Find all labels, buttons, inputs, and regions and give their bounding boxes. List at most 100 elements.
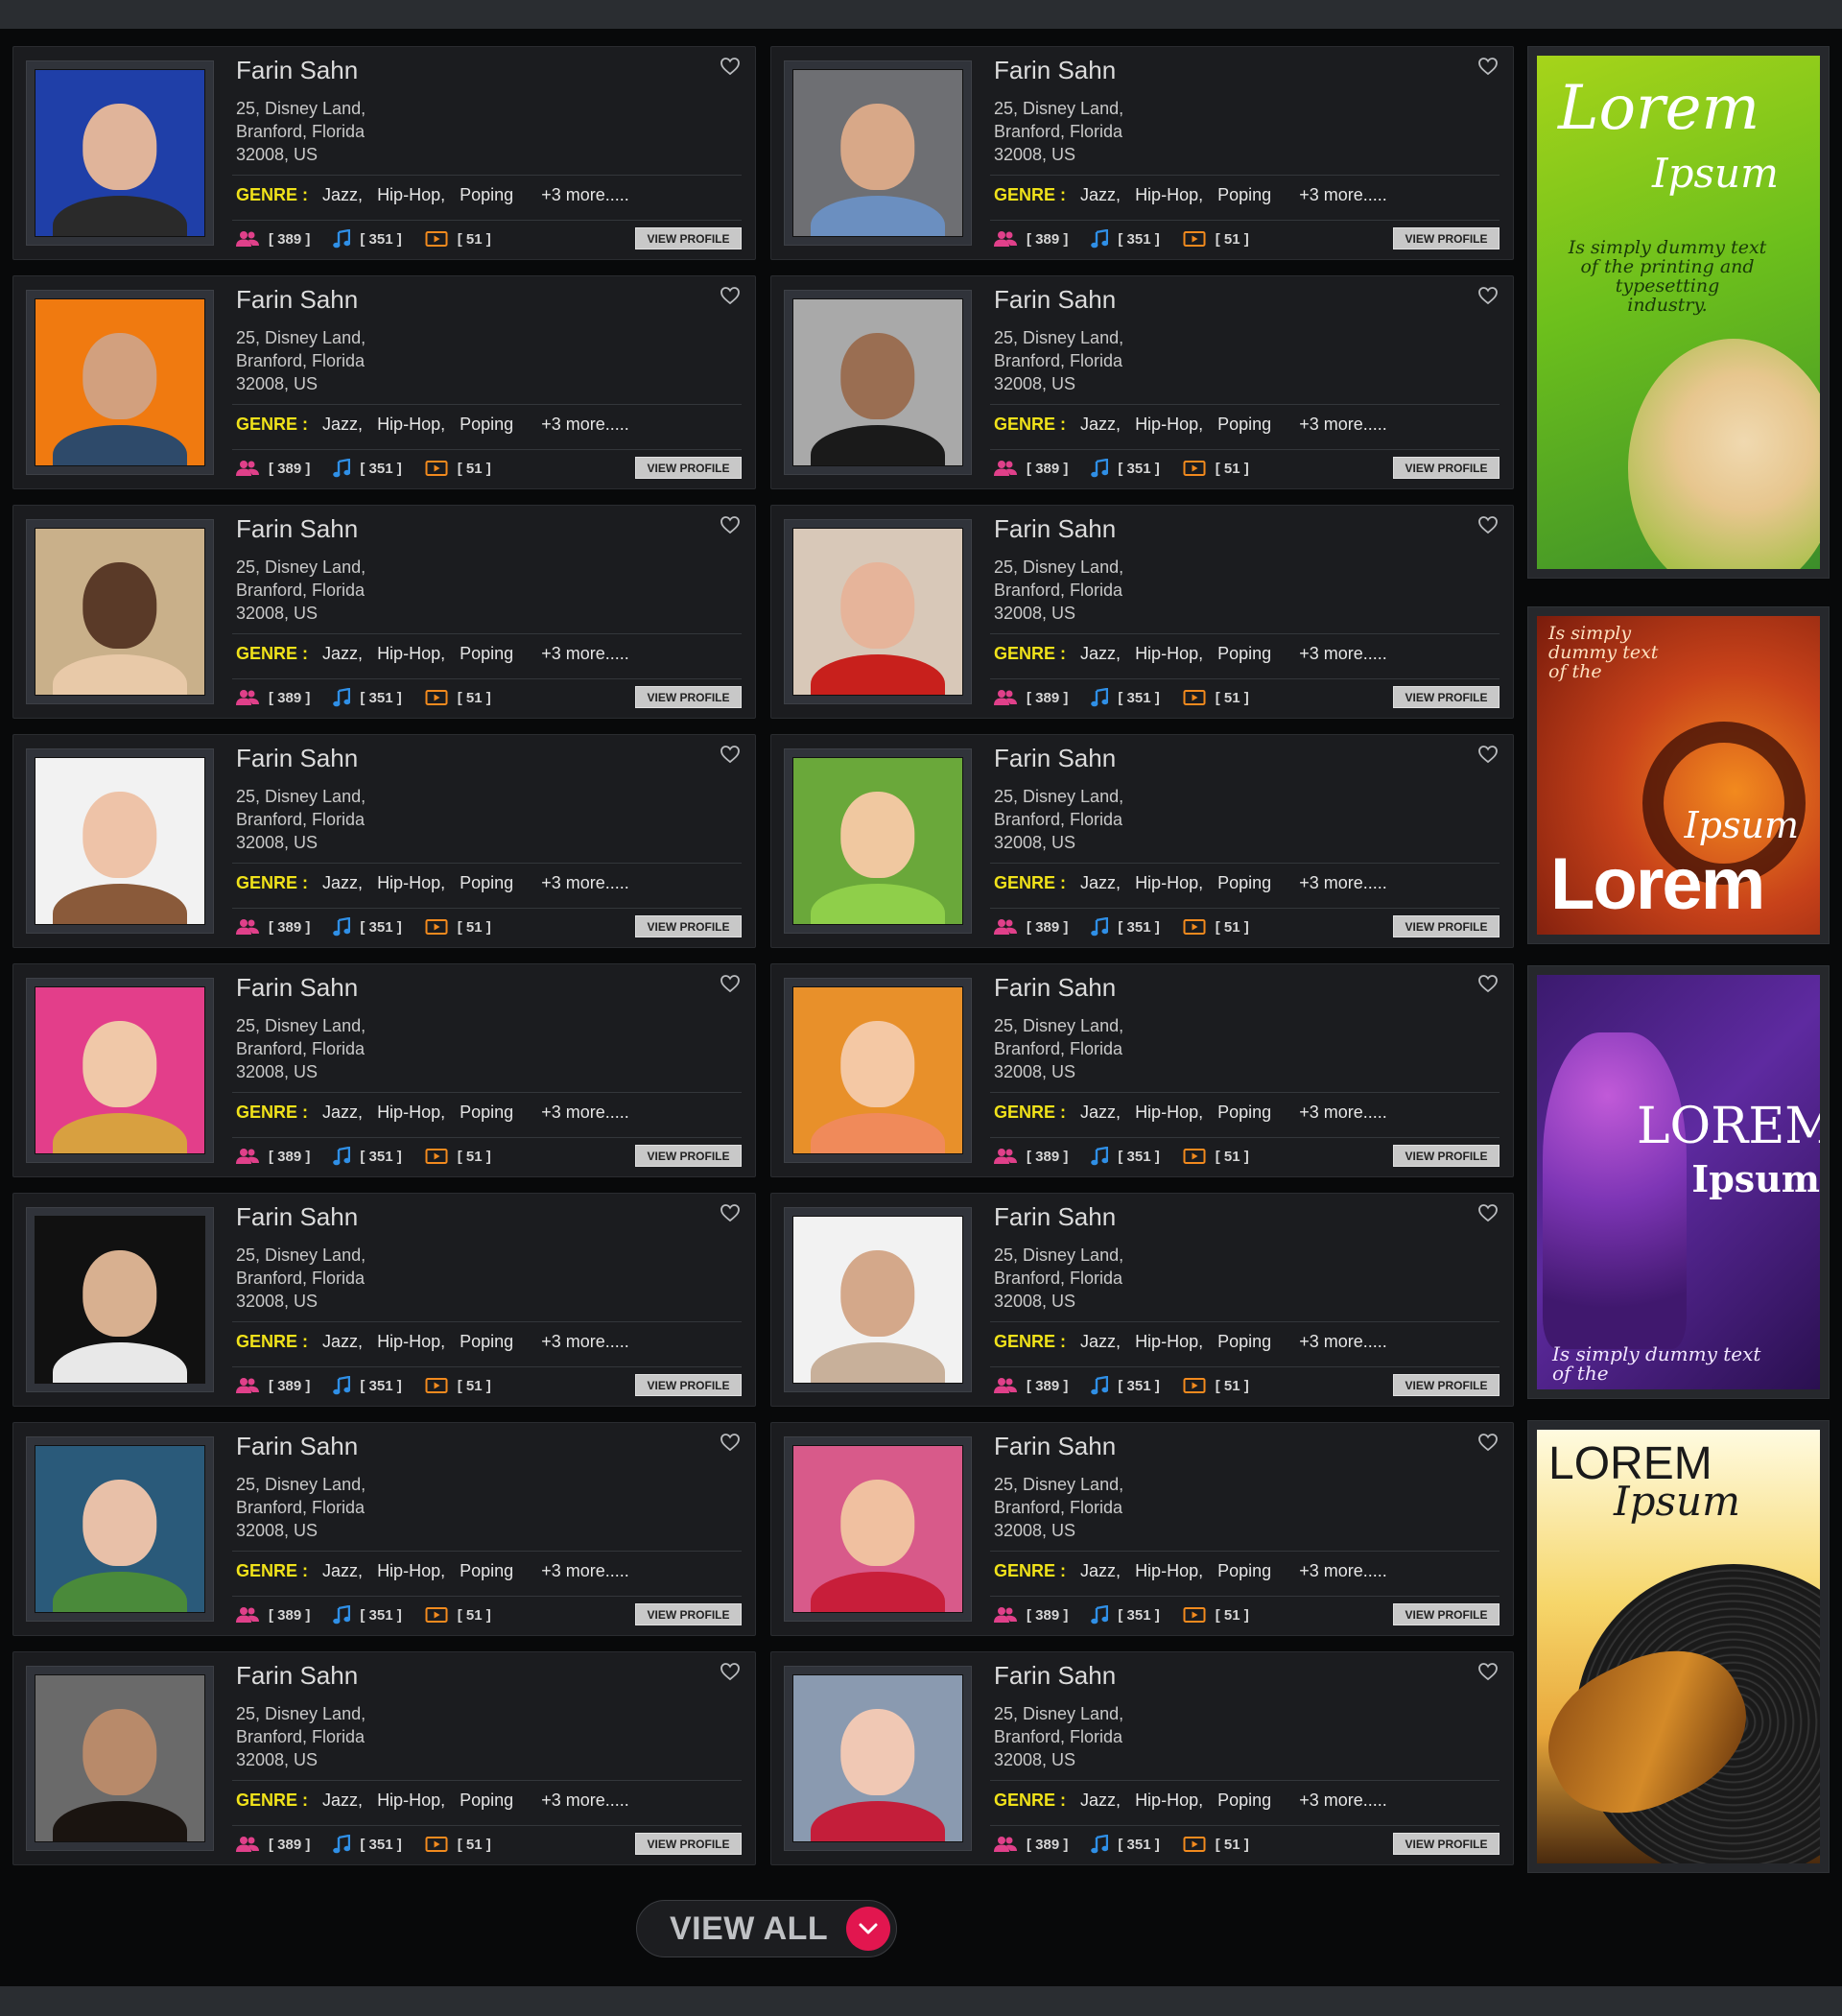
view-profile-button[interactable]: VIEW PROFILE: [1393, 227, 1500, 249]
genre-more-link[interactable]: +3 more.....: [1299, 185, 1387, 204]
genre-more-link[interactable]: +3 more.....: [541, 873, 629, 892]
view-profile-button[interactable]: VIEW PROFILE: [1393, 1603, 1500, 1625]
view-profile-button[interactable]: VIEW PROFILE: [1393, 457, 1500, 479]
ad-banner-3[interactable]: LOREM Ipsum Is simply dummy text of the: [1527, 965, 1830, 1399]
heart-icon[interactable]: [1476, 743, 1500, 766]
artist-name[interactable]: Farin Sahn: [994, 973, 1116, 1003]
genre-tag[interactable]: Jazz,: [1080, 415, 1121, 434]
artist-photo[interactable]: [26, 978, 214, 1163]
ad-banner-2[interactable]: Is simply dummy text of the Ipsum Lorem: [1527, 606, 1830, 944]
artist-photo[interactable]: [26, 60, 214, 246]
artist-name[interactable]: Farin Sahn: [994, 1202, 1116, 1232]
genre-tag[interactable]: Hip-Hop,: [1135, 185, 1203, 204]
genre-tag[interactable]: Jazz,: [322, 415, 363, 434]
genre-tag[interactable]: Jazz,: [322, 1561, 363, 1580]
genre-tag[interactable]: Hip-Hop,: [377, 185, 445, 204]
genre-tag[interactable]: Hip-Hop,: [377, 1332, 445, 1351]
genre-tag[interactable]: Jazz,: [322, 1791, 363, 1810]
genre-tag[interactable]: Poping: [460, 1561, 513, 1580]
artist-name[interactable]: Farin Sahn: [994, 514, 1116, 544]
heart-icon[interactable]: [719, 972, 742, 995]
heart-icon[interactable]: [1476, 284, 1500, 307]
heart-icon[interactable]: [719, 1660, 742, 1683]
heart-icon[interactable]: [1476, 972, 1500, 995]
ad-banner-4[interactable]: LOREM Ipsum: [1527, 1420, 1830, 1873]
genre-tag[interactable]: Poping: [1217, 1561, 1271, 1580]
artist-photo[interactable]: [26, 1207, 214, 1392]
genre-more-link[interactable]: +3 more.....: [1299, 415, 1387, 434]
genre-tag[interactable]: Poping: [1217, 185, 1271, 204]
view-profile-button[interactable]: VIEW PROFILE: [1393, 915, 1500, 937]
genre-tag[interactable]: Poping: [460, 644, 513, 663]
genre-tag[interactable]: Jazz,: [322, 185, 363, 204]
artist-name[interactable]: Farin Sahn: [236, 1661, 358, 1691]
genre-tag[interactable]: Hip-Hop,: [377, 1561, 445, 1580]
artist-name[interactable]: Farin Sahn: [994, 285, 1116, 315]
heart-icon[interactable]: [1476, 1431, 1500, 1454]
artist-name[interactable]: Farin Sahn: [994, 1661, 1116, 1691]
artist-name[interactable]: Farin Sahn: [236, 514, 358, 544]
heart-icon[interactable]: [719, 284, 742, 307]
genre-tag[interactable]: Poping: [1217, 415, 1271, 434]
view-profile-button[interactable]: VIEW PROFILE: [635, 457, 742, 479]
genre-tag[interactable]: Jazz,: [1080, 1103, 1121, 1122]
artist-photo[interactable]: [784, 978, 972, 1163]
genre-tag[interactable]: Poping: [460, 185, 513, 204]
genre-tag[interactable]: Jazz,: [1080, 185, 1121, 204]
heart-icon[interactable]: [1476, 513, 1500, 536]
genre-tag[interactable]: Jazz,: [1080, 1791, 1121, 1810]
genre-tag[interactable]: Poping: [460, 1103, 513, 1122]
artist-photo[interactable]: [26, 290, 214, 475]
genre-tag[interactable]: Poping: [460, 873, 513, 892]
artist-photo[interactable]: [784, 1666, 972, 1851]
artist-photo[interactable]: [784, 748, 972, 934]
artist-photo[interactable]: [784, 519, 972, 704]
genre-tag[interactable]: Poping: [460, 1332, 513, 1351]
genre-tag[interactable]: Hip-Hop,: [1135, 1103, 1203, 1122]
heart-icon[interactable]: [1476, 1660, 1500, 1683]
artist-name[interactable]: Farin Sahn: [236, 56, 358, 85]
heart-icon[interactable]: [719, 1201, 742, 1224]
genre-tag[interactable]: Poping: [1217, 1791, 1271, 1810]
genre-more-link[interactable]: +3 more.....: [541, 1561, 629, 1580]
genre-more-link[interactable]: +3 more.....: [541, 644, 629, 663]
genre-more-link[interactable]: +3 more.....: [541, 1791, 629, 1810]
artist-photo[interactable]: [26, 748, 214, 934]
genre-tag[interactable]: Hip-Hop,: [1135, 1332, 1203, 1351]
view-profile-button[interactable]: VIEW PROFILE: [635, 1145, 742, 1167]
artist-photo[interactable]: [26, 1436, 214, 1622]
genre-tag[interactable]: Hip-Hop,: [1135, 1561, 1203, 1580]
artist-name[interactable]: Farin Sahn: [994, 744, 1116, 773]
genre-tag[interactable]: Jazz,: [322, 1103, 363, 1122]
view-profile-button[interactable]: VIEW PROFILE: [1393, 686, 1500, 708]
genre-tag[interactable]: Jazz,: [1080, 1332, 1121, 1351]
view-profile-button[interactable]: VIEW PROFILE: [635, 686, 742, 708]
genre-tag[interactable]: Hip-Hop,: [377, 1103, 445, 1122]
genre-tag[interactable]: Hip-Hop,: [377, 415, 445, 434]
genre-more-link[interactable]: +3 more.....: [1299, 1103, 1387, 1122]
genre-more-link[interactable]: +3 more.....: [1299, 644, 1387, 663]
artist-name[interactable]: Farin Sahn: [236, 1432, 358, 1461]
genre-tag[interactable]: Hip-Hop,: [1135, 644, 1203, 663]
heart-icon[interactable]: [719, 743, 742, 766]
heart-icon[interactable]: [1476, 55, 1500, 78]
heart-icon[interactable]: [719, 55, 742, 78]
artist-name[interactable]: Farin Sahn: [236, 744, 358, 773]
artist-photo[interactable]: [784, 1436, 972, 1622]
artist-name[interactable]: Farin Sahn: [994, 1432, 1116, 1461]
artist-photo[interactable]: [26, 519, 214, 704]
genre-more-link[interactable]: +3 more.....: [1299, 1791, 1387, 1810]
genre-tag[interactable]: Poping: [460, 415, 513, 434]
view-profile-button[interactable]: VIEW PROFILE: [1393, 1374, 1500, 1396]
genre-tag[interactable]: Jazz,: [322, 644, 363, 663]
artist-name[interactable]: Farin Sahn: [994, 56, 1116, 85]
genre-tag[interactable]: Poping: [1217, 873, 1271, 892]
genre-more-link[interactable]: +3 more.....: [541, 415, 629, 434]
view-profile-button[interactable]: VIEW PROFILE: [635, 1374, 742, 1396]
genre-more-link[interactable]: +3 more.....: [541, 1332, 629, 1351]
genre-more-link[interactable]: +3 more.....: [1299, 1332, 1387, 1351]
genre-tag[interactable]: Jazz,: [1080, 873, 1121, 892]
view-profile-button[interactable]: VIEW PROFILE: [635, 1833, 742, 1855]
genre-tag[interactable]: Hip-Hop,: [377, 1791, 445, 1810]
artist-photo[interactable]: [784, 60, 972, 246]
